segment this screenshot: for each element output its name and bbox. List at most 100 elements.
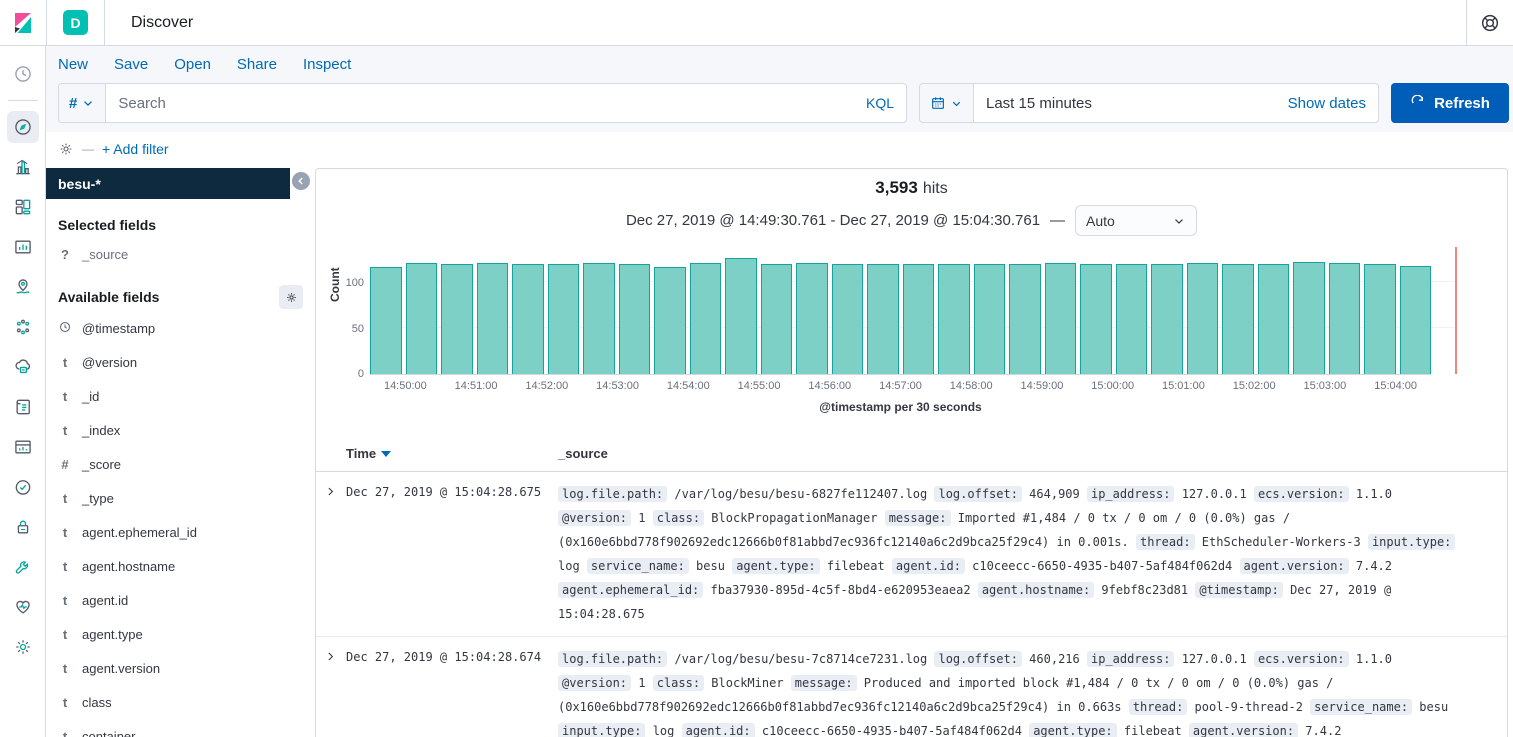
documents-table: Time _source Dec 27, 2019 @ 15:04:28.675… bbox=[316, 438, 1507, 737]
kibana-logo[interactable] bbox=[0, 0, 46, 45]
interval-select[interactable]: Auto bbox=[1075, 205, 1197, 236]
chart-plot-area[interactable]: 100 50 0 bbox=[370, 250, 1431, 375]
histogram-bar-14:53:30[interactable] bbox=[654, 267, 686, 374]
uptime-check-icon bbox=[13, 477, 33, 497]
field-item-container[interactable]: tcontainer bbox=[46, 719, 315, 737]
histogram-bar-14:57:00[interactable] bbox=[903, 264, 935, 374]
clock-icon bbox=[13, 64, 33, 84]
histogram-bar-14:56:30[interactable] bbox=[867, 264, 899, 374]
index-pattern-selector[interactable]: besu-* bbox=[46, 168, 290, 199]
source-field-value: 1 bbox=[631, 676, 653, 690]
histogram-bar-14:57:30[interactable] bbox=[938, 264, 970, 374]
histogram-bar-15:00:30[interactable] bbox=[1151, 264, 1183, 374]
filter-bar: — + Add filter bbox=[46, 132, 1513, 166]
nav-metrics[interactable] bbox=[7, 431, 39, 463]
field-item-_type[interactable]: t_type bbox=[46, 481, 315, 515]
kql-toggle[interactable]: KQL bbox=[866, 95, 906, 111]
histogram-bar-14:54:00[interactable] bbox=[690, 263, 722, 374]
refresh-button[interactable]: Refresh bbox=[1391, 83, 1509, 123]
field-item-agent.hostname[interactable]: tagent.hostname bbox=[46, 549, 315, 583]
source-column-header: _source bbox=[558, 446, 608, 461]
field-item-_id[interactable]: t_id bbox=[46, 379, 315, 413]
histogram-bar-15:00:00[interactable] bbox=[1116, 264, 1148, 374]
field-item-agent.type[interactable]: tagent.type bbox=[46, 617, 315, 651]
nav-maps[interactable] bbox=[7, 271, 39, 303]
nav-stack-monitoring[interactable] bbox=[7, 591, 39, 623]
menu-save[interactable]: Save bbox=[114, 56, 148, 73]
expand-row-icon[interactable] bbox=[324, 647, 346, 666]
nav-management[interactable] bbox=[7, 631, 39, 663]
histogram-bar-14:56:00[interactable] bbox=[832, 264, 864, 374]
histogram-bar-14:50:00[interactable] bbox=[406, 263, 438, 374]
histogram-bar-14:53:00[interactable] bbox=[619, 264, 651, 374]
histogram-bar-14:58:00[interactable] bbox=[974, 264, 1006, 374]
field-item-@timestamp[interactable]: @timestamp bbox=[46, 311, 315, 345]
help-button[interactable] bbox=[1467, 0, 1513, 45]
nav-discover[interactable] bbox=[7, 111, 39, 143]
nav-recently-viewed[interactable] bbox=[7, 58, 39, 90]
histogram-bar-14:52:00[interactable] bbox=[548, 264, 580, 374]
space-badge[interactable]: D bbox=[63, 10, 88, 35]
page-title: Discover bbox=[131, 14, 193, 32]
source-field-name: input.type: bbox=[1368, 534, 1455, 550]
field-type-icon: t bbox=[58, 661, 72, 676]
histogram-bar-14:49:30[interactable] bbox=[370, 267, 402, 374]
histogram-bar-15:02:30[interactable] bbox=[1293, 262, 1325, 374]
histogram-bar-15:01:00[interactable] bbox=[1187, 263, 1219, 374]
nav-machine-learning[interactable] bbox=[7, 311, 39, 343]
expand-row-icon[interactable] bbox=[324, 482, 346, 501]
histogram-bar-14:55:30[interactable] bbox=[796, 263, 828, 374]
histogram-bar-15:03:30[interactable] bbox=[1364, 264, 1396, 374]
histogram-bar-14:55:00[interactable] bbox=[761, 264, 793, 374]
histogram-bar-14:51:30[interactable] bbox=[512, 264, 544, 374]
add-filter-link[interactable]: + Add filter bbox=[102, 141, 169, 157]
menu-open[interactable]: Open bbox=[174, 56, 211, 73]
table-row: Dec 27, 2019 @ 15:04:28.675log.file.path… bbox=[316, 472, 1507, 636]
histogram-bar-14:52:30[interactable] bbox=[583, 263, 615, 374]
histogram-bar-14:58:30[interactable] bbox=[1009, 264, 1041, 374]
nav-logs[interactable] bbox=[7, 391, 39, 423]
menu-share[interactable]: Share bbox=[237, 56, 277, 73]
field-item-agent.ephemeral_id[interactable]: tagent.ephemeral_id bbox=[46, 515, 315, 549]
field-item-_index[interactable]: t_index bbox=[46, 413, 315, 447]
filter-settings-gear-icon[interactable] bbox=[58, 141, 74, 157]
show-dates-link[interactable]: Show dates bbox=[1288, 95, 1378, 112]
histogram-bar-14:51:00[interactable] bbox=[477, 263, 509, 374]
time-column-header[interactable]: Time bbox=[346, 446, 558, 461]
field-item-@version[interactable]: t@version bbox=[46, 345, 315, 379]
collapse-sidebar-button[interactable] bbox=[292, 172, 310, 190]
field-item-_score[interactable]: #_score bbox=[46, 447, 315, 481]
time-range-display[interactable]: Last 15 minutes bbox=[974, 95, 1288, 112]
nav-apm[interactable] bbox=[7, 351, 39, 383]
nav-dev-tools[interactable] bbox=[7, 551, 39, 583]
source-field-value: 7.4.2 bbox=[1349, 559, 1392, 573]
nav-uptime[interactable] bbox=[7, 471, 39, 503]
field-item-_source[interactable]: ? _source bbox=[46, 237, 315, 271]
nav-dashboard[interactable] bbox=[7, 191, 39, 223]
field-type-icon: t bbox=[58, 729, 72, 737]
source-field-value: fba37930-895d-4c5f-8bd4-e620953eaea2 bbox=[703, 583, 978, 597]
field-item-agent.id[interactable]: tagent.id bbox=[46, 583, 315, 617]
source-field-name: log.file.path: bbox=[558, 486, 667, 502]
date-quick-select-button[interactable] bbox=[920, 84, 974, 122]
histogram-bar-14:54:30[interactable] bbox=[725, 258, 757, 374]
histogram-bar-15:01:30[interactable] bbox=[1222, 264, 1254, 374]
canvas-icon bbox=[13, 237, 33, 257]
nav-canvas[interactable] bbox=[7, 231, 39, 263]
histogram-bar-14:50:30[interactable] bbox=[441, 264, 473, 374]
histogram-bar-15:03:00[interactable] bbox=[1329, 263, 1361, 374]
nav-siem[interactable] bbox=[7, 511, 39, 543]
histogram-bar-14:59:00[interactable] bbox=[1045, 263, 1077, 374]
menu-new[interactable]: New bbox=[58, 56, 88, 73]
histogram-bar-14:59:30[interactable] bbox=[1080, 264, 1112, 374]
menu-inspect[interactable]: Inspect bbox=[303, 56, 351, 73]
nav-visualize[interactable] bbox=[7, 151, 39, 183]
histogram-bar-15:02:00[interactable] bbox=[1258, 264, 1290, 374]
query-filter-menu-button[interactable]: # bbox=[59, 84, 106, 122]
field-settings-button[interactable] bbox=[279, 285, 303, 309]
histogram-bar-15:04:00[interactable] bbox=[1400, 266, 1432, 374]
x-axis-title: @timestamp per 30 seconds bbox=[370, 400, 1431, 414]
field-item-agent.version[interactable]: tagent.version bbox=[46, 651, 315, 685]
search-input[interactable] bbox=[106, 95, 866, 112]
field-item-class[interactable]: tclass bbox=[46, 685, 315, 719]
